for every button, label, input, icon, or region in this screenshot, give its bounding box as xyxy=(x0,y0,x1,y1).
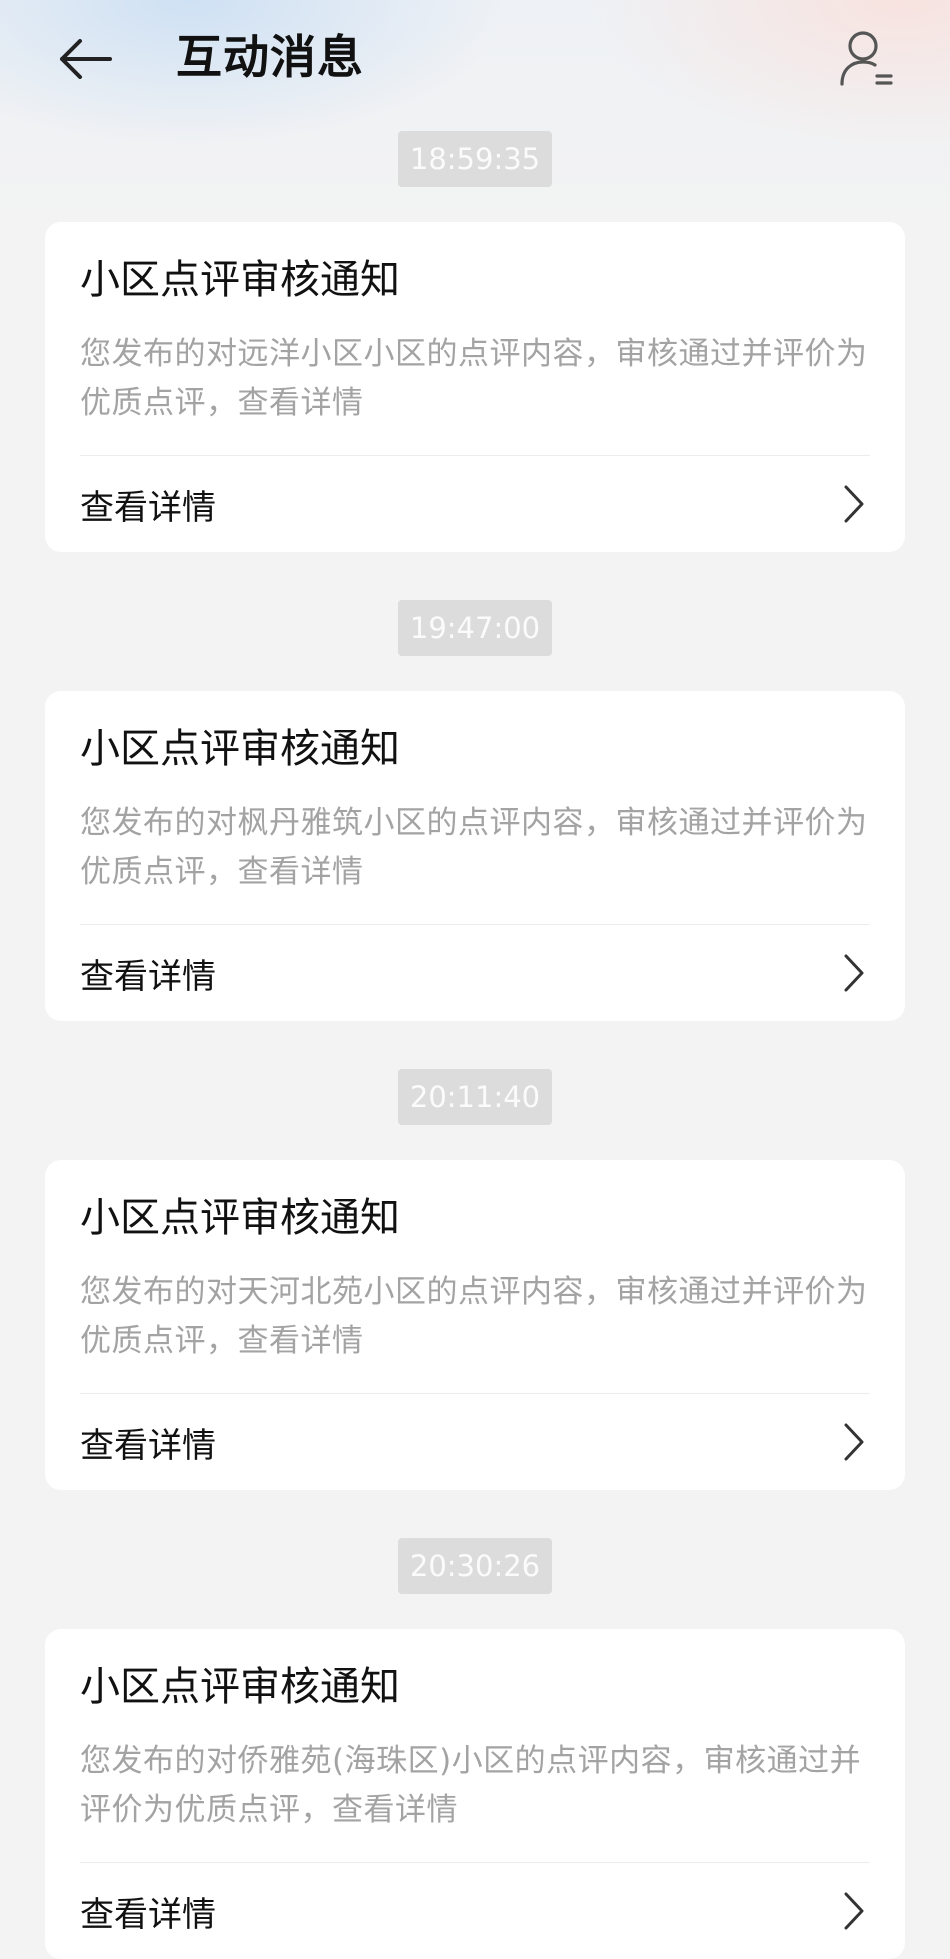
message-group: 20:11:40 小区点评审核通知 您发布的对天河北苑小区的点评内容，审核通过并… xyxy=(0,1069,950,1490)
message-timestamp: 20:30:26 xyxy=(397,1538,553,1594)
message-title: 小区点评审核通知 xyxy=(80,726,400,772)
message-body: 您发布的对天河北苑小区的点评内容，审核通过并评价为优质点评，查看详情 xyxy=(80,1268,870,1394)
page-title: 互动消息 xyxy=(176,30,364,84)
user-settings-button[interactable] xyxy=(832,24,902,94)
view-details-label: 查看详情 xyxy=(80,1894,216,1935)
message-group: 19:47:00 小区点评审核通知 您发布的对枫丹雅筑小区的点评内容，审核通过并… xyxy=(0,600,950,1021)
view-details-link[interactable]: 查看详情 xyxy=(80,1394,870,1490)
view-details-label: 查看详情 xyxy=(80,487,216,528)
timestamp-row: 20:30:26 xyxy=(0,1538,950,1595)
top-bar: 互动消息 xyxy=(0,0,950,115)
timestamp-row: 18:59:35 xyxy=(0,131,950,188)
view-details-link[interactable]: 查看详情 xyxy=(80,456,870,552)
user-list-icon xyxy=(840,31,893,86)
message-group: 18:59:35 小区点评审核通知 您发布的对远洋小区小区的点评内容，审核通过并… xyxy=(0,131,950,552)
chevron-right-icon xyxy=(838,484,870,524)
message-card[interactable]: 小区点评审核通知 您发布的对天河北苑小区的点评内容，审核通过并评价为优质点评，查… xyxy=(45,1160,905,1490)
view-details-link[interactable]: 查看详情 xyxy=(80,925,870,1021)
timestamp-row: 19:47:00 xyxy=(0,600,950,657)
message-body: 您发布的对远洋小区小区的点评内容，审核通过并评价为优质点评，查看详情 xyxy=(80,330,870,456)
chevron-right-icon xyxy=(838,1422,870,1462)
view-details-label: 查看详情 xyxy=(80,956,216,997)
message-title: 小区点评审核通知 xyxy=(80,1664,400,1710)
back-arrow-icon xyxy=(60,39,112,79)
message-title: 小区点评审核通知 xyxy=(80,1195,400,1241)
message-timestamp: 19:47:00 xyxy=(397,600,553,656)
message-timestamp: 18:59:35 xyxy=(397,131,553,187)
back-button[interactable] xyxy=(50,24,120,94)
view-details-link[interactable]: 查看详情 xyxy=(80,1863,870,1959)
message-group: 20:30:26 小区点评审核通知 您发布的对侨雅苑(海珠区)小区的点评内容，审… xyxy=(0,1538,950,1959)
view-details-label: 查看详情 xyxy=(80,1425,216,1466)
message-card[interactable]: 小区点评审核通知 您发布的对侨雅苑(海珠区)小区的点评内容，审核通过并评价为优质… xyxy=(45,1629,905,1959)
message-card[interactable]: 小区点评审核通知 您发布的对远洋小区小区的点评内容，审核通过并评价为优质点评，查… xyxy=(45,222,905,552)
chevron-right-icon xyxy=(838,953,870,993)
chevron-right-icon xyxy=(838,1891,870,1931)
message-body: 您发布的对侨雅苑(海珠区)小区的点评内容，审核通过并评价为优质点评，查看详情 xyxy=(80,1737,870,1863)
message-timestamp: 20:11:40 xyxy=(397,1069,553,1125)
timestamp-row: 20:11:40 xyxy=(0,1069,950,1126)
message-feed: 18:59:35 小区点评审核通知 您发布的对远洋小区小区的点评内容，审核通过并… xyxy=(0,131,950,1959)
message-title: 小区点评审核通知 xyxy=(80,257,400,303)
message-body: 您发布的对枫丹雅筑小区的点评内容，审核通过并评价为优质点评，查看详情 xyxy=(80,799,870,925)
message-card[interactable]: 小区点评审核通知 您发布的对枫丹雅筑小区的点评内容，审核通过并评价为优质点评，查… xyxy=(45,691,905,1021)
